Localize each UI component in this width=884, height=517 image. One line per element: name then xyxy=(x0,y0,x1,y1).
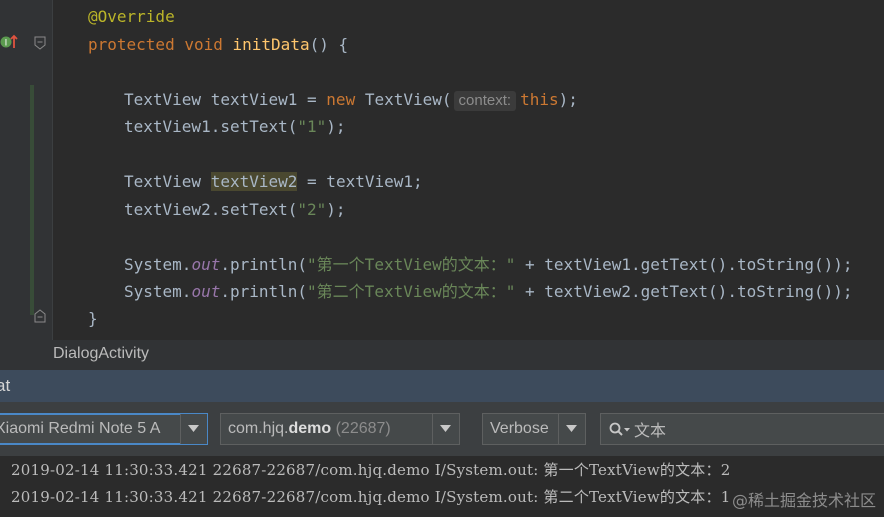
watermark: @稀土掘金技术社区 xyxy=(731,491,876,510)
code-text: + textView2.getText().toString()); xyxy=(515,282,853,301)
device-select-value: Xiaomi Redmi Note 5 A xyxy=(0,420,161,437)
process-select[interactable]: com.hjq.demo (22687) xyxy=(220,413,460,445)
highlighted-identifier: textView2 xyxy=(210,172,298,191)
annotation: @Override xyxy=(88,7,175,26)
closing-brace: } xyxy=(88,309,98,328)
fold-icon[interactable] xyxy=(33,36,47,50)
log-entry: 2019-02-14 11:30:33.421 22687-22687/com.… xyxy=(11,461,731,479)
code-text: = textView1; xyxy=(297,172,423,191)
search-icon[interactable] xyxy=(609,422,631,438)
panel-title: at xyxy=(0,376,11,395)
code-text: System. xyxy=(124,282,192,301)
logcat-toolbar: Xiaomi Redmi Note 5 A com.hjq.demo (2268… xyxy=(0,402,884,456)
keyword: void xyxy=(184,35,223,54)
code-text: .println( xyxy=(220,282,308,301)
string-literal: "2" xyxy=(297,200,327,219)
keyword: new xyxy=(326,90,356,109)
static-field: out xyxy=(191,255,221,274)
code-line: @Override xyxy=(88,5,175,29)
code-line: TextView textView2 = textView1; xyxy=(124,170,423,194)
string-literal: "第一个TextView的文本：" xyxy=(307,255,516,274)
override-method-icon[interactable]: I xyxy=(0,33,18,51)
process-select-value: com.hjq.demo (22687) xyxy=(228,420,391,438)
fold-icon[interactable] xyxy=(33,309,47,323)
vcs-change-marker xyxy=(30,85,34,315)
log-search-input[interactable] xyxy=(634,418,874,440)
process-pid: (22687) xyxy=(335,420,391,437)
chevron-down-icon xyxy=(188,425,199,432)
code-text: textView2.setText( xyxy=(124,200,298,219)
process-package-bold: demo xyxy=(288,420,332,437)
device-select[interactable]: Xiaomi Redmi Note 5 A xyxy=(0,413,208,445)
code-line: System.out.println("第二个TextView的文本：" + t… xyxy=(124,280,853,304)
log-level-dropdown-button[interactable] xyxy=(558,414,585,444)
code-text: + textView1.getText().toString()); xyxy=(515,255,853,274)
code-text: TextView( xyxy=(355,90,452,109)
log-entry: 2019-02-14 11:30:33.421 22687-22687/com.… xyxy=(11,488,731,506)
code-text: () { xyxy=(309,35,349,54)
breadcrumb: DialogActivity xyxy=(0,340,884,370)
code-line: } xyxy=(88,307,98,331)
svg-text:I: I xyxy=(5,39,8,49)
code-text: textView1.setText( xyxy=(124,117,298,136)
chevron-down-icon xyxy=(566,425,577,432)
code-text: ); xyxy=(558,90,578,109)
code-line: System.out.println("第一个TextView的文本：" + t… xyxy=(124,253,853,277)
code-text: ); xyxy=(326,117,346,136)
string-literal: "第二个TextView的文本：" xyxy=(307,282,516,301)
code-text: System. xyxy=(124,255,192,274)
log-level-value: Verbose xyxy=(490,420,549,437)
type-name: TextView xyxy=(124,172,211,191)
editor-gutter: I xyxy=(0,0,53,340)
log-search[interactable] xyxy=(600,413,884,445)
keyword: protected xyxy=(88,35,175,54)
code-text: ); xyxy=(326,200,346,219)
code-line: protected void initData() { xyxy=(88,33,348,57)
string-literal: "1" xyxy=(297,117,327,136)
breadcrumb-item[interactable]: DialogActivity xyxy=(53,345,149,363)
parameter-hint: context: xyxy=(453,91,517,111)
method-name: initData xyxy=(232,35,310,54)
code-line: TextView textView1 = new TextView(contex… xyxy=(124,88,578,112)
code-line: textView1.setText("1"); xyxy=(124,115,346,139)
type-name: TextView xyxy=(124,90,202,109)
code-text: .println( xyxy=(220,255,308,274)
process-dropdown-button[interactable] xyxy=(432,414,459,444)
logcat-panel-header: at xyxy=(0,370,884,402)
log-level-select[interactable]: Verbose xyxy=(482,413,586,445)
process-package: com.hjq. xyxy=(228,420,289,437)
code-line: textView2.setText("2"); xyxy=(124,198,346,222)
static-field: out xyxy=(191,282,221,301)
log-output[interactable]: 2019-02-14 11:30:33.421 22687-22687/com.… xyxy=(0,456,884,517)
code-editor[interactable]: I @Override protected void initData() { … xyxy=(0,0,884,340)
code-text: textView1 = xyxy=(201,90,327,109)
device-dropdown-button[interactable] xyxy=(180,414,207,444)
keyword: this xyxy=(520,90,559,109)
chevron-down-icon xyxy=(440,425,451,432)
